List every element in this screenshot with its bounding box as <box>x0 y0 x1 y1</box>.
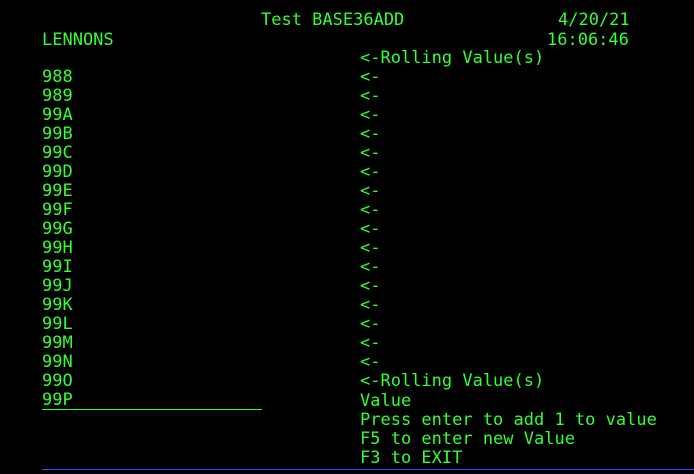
bottom-divider <box>42 469 694 470</box>
list-item: 99C <box>42 143 73 163</box>
header-date: 4/20/21 <box>558 10 630 30</box>
list-item: 99I <box>42 257 73 277</box>
value-input[interactable]: 99P <box>42 391 262 410</box>
list-item: 99J <box>42 276 73 296</box>
value-label: Value <box>360 391 412 411</box>
list-item: 99N <box>42 352 73 372</box>
list-item: 99G <box>42 219 73 239</box>
list-item: 99K <box>42 295 73 315</box>
arrow-indicator: <- <box>360 162 381 182</box>
list-item: 99D <box>42 162 73 182</box>
arrow-indicator: <- <box>360 352 381 372</box>
arrow-indicator: <- <box>360 181 381 201</box>
arrow-indicator: <- <box>360 295 381 315</box>
instruction-enter: Press enter to add 1 to value <box>360 410 657 430</box>
arrow-indicator: <- <box>360 67 381 87</box>
rolling-value-indicator-top: <-Rolling Value(s) <box>360 48 545 68</box>
list-item: 99F <box>42 200 73 220</box>
terminal-screen: Test BASE36ADD 4/20/21 LENNONS 16:06:46 … <box>0 0 694 474</box>
rolling-indicator-column: <-Rolling Value(s) <- <- <- <- <- <- <- … <box>360 49 544 391</box>
arrow-indicator: <- <box>360 105 381 125</box>
arrow-indicator: <- <box>360 238 381 258</box>
list-item: 99L <box>42 314 73 334</box>
arrow-indicator: <- <box>360 200 381 220</box>
list-item: 99O <box>42 371 73 391</box>
rolling-value-indicator-bottom: <-Rolling Value(s) <box>360 371 545 391</box>
arrow-indicator: <- <box>360 276 381 296</box>
arrow-indicator: <- <box>360 257 381 277</box>
arrow-indicator: <- <box>360 219 381 239</box>
list-item: 989 <box>42 86 73 106</box>
list-item: 99E <box>42 181 73 201</box>
prompt-area: Value Press enter to add 1 to value F5 t… <box>360 392 657 468</box>
instruction-f3: F3 to EXIT <box>360 448 463 468</box>
screen-title: Test BASE36ADD <box>261 10 405 30</box>
arrow-indicator: <- <box>360 314 381 334</box>
arrow-indicator: <- <box>360 86 381 106</box>
arrow-indicator: <- <box>360 124 381 144</box>
list-item: 99M <box>42 333 73 353</box>
list-item: 99H <box>42 238 73 258</box>
list-item: 988 <box>42 67 73 87</box>
list-item: 99A <box>42 105 73 125</box>
user-name: LENNONS <box>42 30 114 50</box>
instruction-f5: F5 to enter new Value <box>360 429 575 449</box>
arrow-indicator: <- <box>360 143 381 163</box>
arrow-indicator: <- <box>360 333 381 353</box>
list-item: 99B <box>42 124 73 144</box>
rolling-values-list: 988 989 99A 99B 99C 99D 99E 99F 99G 99H … <box>42 68 262 391</box>
header-time: 16:06:46 <box>547 30 629 50</box>
